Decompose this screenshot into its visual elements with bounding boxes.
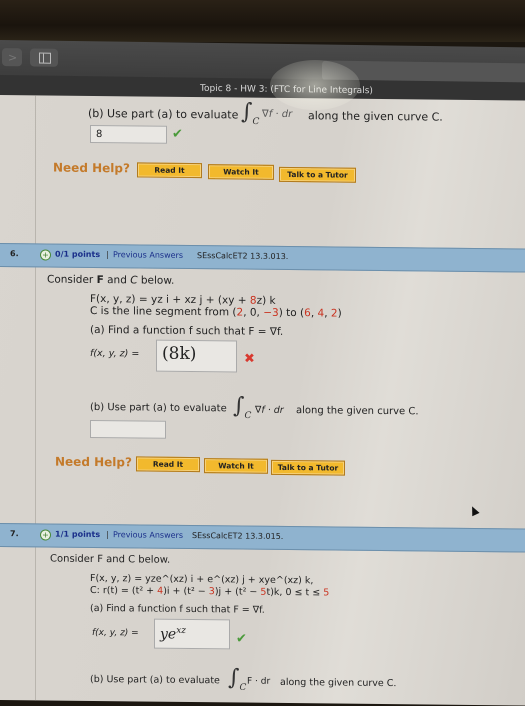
- q7-part-b-prompt: (b) Use part (a) to evaluate: [90, 673, 220, 687]
- prev-answer-b-value: 8: [96, 129, 103, 141]
- q7-answer-a-value: yexz: [160, 625, 187, 643]
- previous-answers-link[interactable]: Previous Answers: [113, 530, 183, 540]
- page-content: (b) Use part (a) to evaluate ∫C ∇f · dr …: [0, 95, 525, 706]
- question-source: SEssCalcET2 13.3.015.: [192, 531, 284, 541]
- q6-answer-a-input[interactable]: (8k): [156, 339, 237, 373]
- correct-check-icon: ✔: [236, 631, 247, 647]
- forward-button[interactable]: >: [2, 48, 22, 67]
- talk-to-tutor-button[interactable]: Talk to a Tutor: [279, 166, 356, 183]
- need-help-label: Need Help?: [53, 160, 130, 176]
- talk-to-tutor-button[interactable]: Talk to a Tutor: [271, 459, 345, 476]
- q7-part-b-suffix: along the given curve C.: [280, 676, 397, 690]
- q7-part-a-prompt: (a) Find a function f such that F = ∇f.: [90, 602, 265, 616]
- q6-answer-b-input[interactable]: [90, 419, 166, 439]
- prev-answer-b-input[interactable]: 8: [90, 124, 167, 144]
- incorrect-x-icon: ✖: [244, 351, 255, 367]
- question-points: 1/1 points: [55, 529, 101, 540]
- q6-integrand: ∇f · dr: [255, 404, 284, 416]
- question-source: SEssCalcET2 13.3.013.: [197, 251, 289, 262]
- integral-symbol: ∫C: [233, 393, 252, 422]
- read-it-button[interactable]: Read It: [136, 456, 200, 473]
- integral-symbol: ∫C: [241, 99, 260, 128]
- question-number: 7.: [10, 529, 19, 539]
- prev-part-b-prompt: (b) Use part (a) to evaluate: [88, 106, 239, 122]
- expand-plus-icon[interactable]: +: [40, 249, 51, 261]
- question-7-header: 7. + 1/1 points | Previous Answers SEssC…: [0, 523, 525, 553]
- q7-curve: C: r(t) = (t² + 4)i + (t² − 3)j + (t² − …: [90, 584, 330, 599]
- tab-title[interactable]: Topic 8 - HW 3: (FTC for Line Integrals): [200, 84, 373, 96]
- q7-answer-a-input[interactable]: yexz: [154, 618, 230, 650]
- integral-subscript: C: [252, 117, 260, 128]
- separator: |: [106, 250, 109, 260]
- forward-icon: >: [8, 51, 18, 65]
- q6-part-a-prompt: (a) Find a function f such that F = ∇f.: [90, 323, 284, 338]
- mouse-cursor: [468, 504, 480, 517]
- q6-intro: Consider F and C below.: [47, 273, 175, 287]
- q7-integrand: F · dr: [247, 676, 271, 687]
- separator: |: [106, 530, 109, 540]
- expand-plus-icon[interactable]: +: [40, 529, 51, 541]
- question-6-header: 6. + 0/1 points | Previous Answers SEssC…: [0, 243, 525, 273]
- q7-intro: Consider F and C below.: [50, 553, 171, 566]
- integral-symbol: ∫C: [228, 665, 247, 693]
- q6-f-label: f(x, y, z) =: [90, 347, 140, 360]
- q6-curve: C is the line segment from (2, 0, −3) to…: [90, 304, 342, 320]
- q6-part-b-suffix: along the given curve C.: [296, 405, 419, 418]
- sidebar-toggle-button[interactable]: [30, 48, 58, 67]
- q6-answer-a-value: (8k): [162, 343, 197, 365]
- question-points: 0/1 points: [55, 249, 101, 260]
- watch-it-button[interactable]: Watch It: [208, 164, 274, 180]
- q6-part-b-prompt: (b) Use part (a) to evaluate: [90, 401, 227, 415]
- integral-subscript: C: [239, 682, 247, 693]
- prev-part-b-suffix: along the given curve C.: [308, 109, 443, 124]
- read-it-button[interactable]: Read It: [137, 162, 202, 179]
- q7-vector-field: F(x, y, z) = yze^(xz) i + e^(xz) j + xye…: [90, 572, 314, 587]
- prev-integrand: ∇f · dr: [262, 108, 293, 121]
- integral-subscript: C: [244, 410, 252, 422]
- desk-background: [0, 0, 525, 42]
- need-help-label: Need Help?: [55, 454, 132, 470]
- question-number: 6.: [10, 249, 19, 259]
- content-border: [35, 95, 36, 701]
- previous-answers-link[interactable]: Previous Answers: [113, 250, 183, 260]
- sidebar-icon: [39, 52, 51, 64]
- q7-f-label: f(x, y, z) =: [92, 627, 139, 639]
- correct-check-icon: ✔: [172, 126, 183, 142]
- watch-it-button[interactable]: Watch It: [204, 458, 268, 474]
